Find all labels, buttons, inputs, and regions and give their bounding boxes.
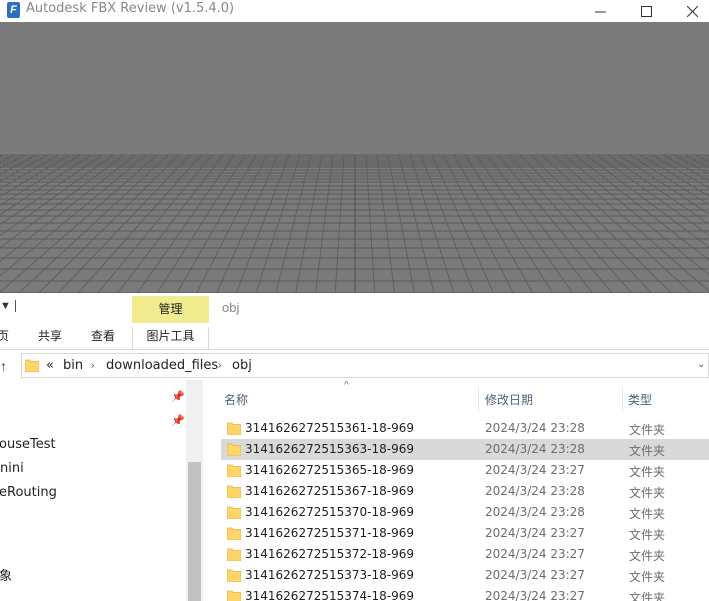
breadcrumb-bin[interactable]: bin <box>63 358 83 373</box>
close-button[interactable] <box>669 0 709 22</box>
maximize-icon <box>640 5 652 17</box>
address-overflow-button[interactable]: « <box>46 358 54 373</box>
folder-icon <box>227 527 241 540</box>
folder-icon <box>227 590 241 601</box>
file-date: 2024/3/24 23:27 <box>485 463 585 477</box>
folder-icon <box>227 569 241 582</box>
nav-item-mini[interactable]: nini <box>0 461 24 476</box>
file-name: 3141626272515370-18-969 <box>245 505 414 519</box>
breadcrumb-downloaded-files[interactable]: downloaded_files <box>106 358 218 373</box>
file-type: 文件夹 <box>629 423 666 437</box>
folder-icon <box>227 485 241 498</box>
nav-pane-scrollbar-thumb[interactable] <box>188 462 201 601</box>
breadcrumb-separator-icon[interactable]: › <box>218 360 221 371</box>
file-row[interactable]: 3141626272515370-18-969 2024/3/24 23:28 文件… <box>221 502 709 523</box>
column-header-name[interactable]: 名称 <box>224 391 248 408</box>
file-name: 3141626272515372-18-969 <box>245 547 414 561</box>
file-name: 3141626272515365-18-969 <box>245 463 414 477</box>
minimize-button[interactable] <box>577 0 623 22</box>
file-date: 2024/3/24 23:27 <box>485 547 585 561</box>
file-row[interactable]: 3141626272515367-18-969 2024/3/24 23:28 文件… <box>221 481 709 502</box>
file-type: 文件夹 <box>629 507 666 521</box>
file-type: 文件夹 <box>629 591 666 601</box>
file-row[interactable]: 3141626272515371-18-969 2024/3/24 23:27 文件… <box>221 523 709 544</box>
context-tab-manage[interactable]: 管理 <box>132 296 209 323</box>
file-name: 3141626272515371-18-969 <box>245 526 414 540</box>
address-history-dropdown-icon[interactable]: ⌄ <box>697 359 705 370</box>
explorer-window-title: obj <box>222 300 240 315</box>
file-row[interactable]: 3141626272515372-18-969 2024/3/24 23:27 文件… <box>221 544 709 565</box>
tab-page[interactable]: 页 <box>0 327 12 349</box>
minimize-icon <box>594 11 606 12</box>
file-name: 3141626272515361-18-969 <box>245 421 414 435</box>
file-type: 文件夹 <box>629 444 666 458</box>
sort-ascending-icon: ^ <box>344 380 349 391</box>
fbx-window-title: Autodesk FBX Review (v1.5.4.0) <box>26 1 235 16</box>
fbx-app-icon: F <box>7 2 20 18</box>
file-type: 文件夹 <box>629 465 666 479</box>
tab-share[interactable]: 共享 <box>37 327 63 349</box>
quick-access-separator <box>15 300 16 312</box>
file-date: 2024/3/24 23:27 <box>485 526 585 540</box>
file-type: 文件夹 <box>629 486 666 500</box>
file-date: 2024/3/24 23:27 <box>485 589 585 601</box>
file-name: 3141626272515374-18-969 <box>245 589 414 601</box>
file-row[interactable]: 3141626272515373-18-969 2024/3/24 23:27 文件… <box>221 565 709 586</box>
file-date: 2024/3/24 23:28 <box>485 421 585 435</box>
folder-icon <box>227 506 241 519</box>
file-date: 2024/3/24 23:28 <box>485 484 585 498</box>
tab-picture-tools[interactable]: 图片工具 <box>132 327 209 350</box>
folder-icon <box>227 422 241 435</box>
close-icon <box>686 5 698 17</box>
ribbon-divider <box>0 349 709 350</box>
folder-icon <box>227 443 241 456</box>
navigate-up-button[interactable]: ↑ <box>0 357 16 375</box>
breadcrumb-obj[interactable]: obj <box>232 358 252 373</box>
folder-icon <box>25 359 39 372</box>
pin-icon[interactable]: 📌 <box>171 414 185 427</box>
column-header-date-modified[interactable]: 修改日期 <box>485 391 533 408</box>
nav-item-routing[interactable]: eRouting <box>0 485 57 500</box>
file-name: 3141626272515373-18-969 <box>245 568 414 582</box>
nav-item-mousetest[interactable]: ouseTest <box>0 437 56 452</box>
nav-item-objects[interactable]: 象 <box>0 565 12 584</box>
column-divider[interactable] <box>622 387 623 411</box>
folder-icon <box>227 548 241 561</box>
file-date: 2024/3/24 23:28 <box>485 505 585 519</box>
ground-grid <box>0 154 709 293</box>
column-divider[interactable] <box>478 387 479 411</box>
file-row[interactable]: 3141626272515363-18-969 2024/3/24 23:28 文件… <box>221 439 709 460</box>
fbx-3d-viewport[interactable] <box>0 22 709 293</box>
file-date: 2024/3/24 23:28 <box>485 442 585 456</box>
file-row[interactable]: 3141626272515374-18-969 2024/3/24 23:27 文件… <box>221 586 709 601</box>
breadcrumb-separator-icon[interactable]: › <box>91 360 94 371</box>
maximize-button[interactable] <box>623 0 669 22</box>
file-name: 3141626272515363-18-969 <box>245 442 414 456</box>
file-row[interactable]: 3141626272515361-18-969 2024/3/24 23:28 文件… <box>221 418 709 439</box>
file-name: 3141626272515367-18-969 <box>245 484 414 498</box>
column-header-type[interactable]: 类型 <box>628 391 652 408</box>
file-date: 2024/3/24 23:27 <box>485 568 585 582</box>
file-type: 文件夹 <box>629 549 666 563</box>
tab-view[interactable]: 查看 <box>90 327 116 349</box>
pin-icon[interactable]: 📌 <box>171 390 185 403</box>
file-type: 文件夹 <box>629 570 666 584</box>
quick-access-dropdown-icon[interactable]: ▼ <box>0 300 11 312</box>
folder-icon <box>227 464 241 477</box>
file-row[interactable]: 3141626272515365-18-969 2024/3/24 23:27 文件… <box>221 460 709 481</box>
fbx-title-bar: F Autodesk FBX Review (v1.5.4.0) <box>0 0 709 22</box>
file-type: 文件夹 <box>629 528 666 542</box>
